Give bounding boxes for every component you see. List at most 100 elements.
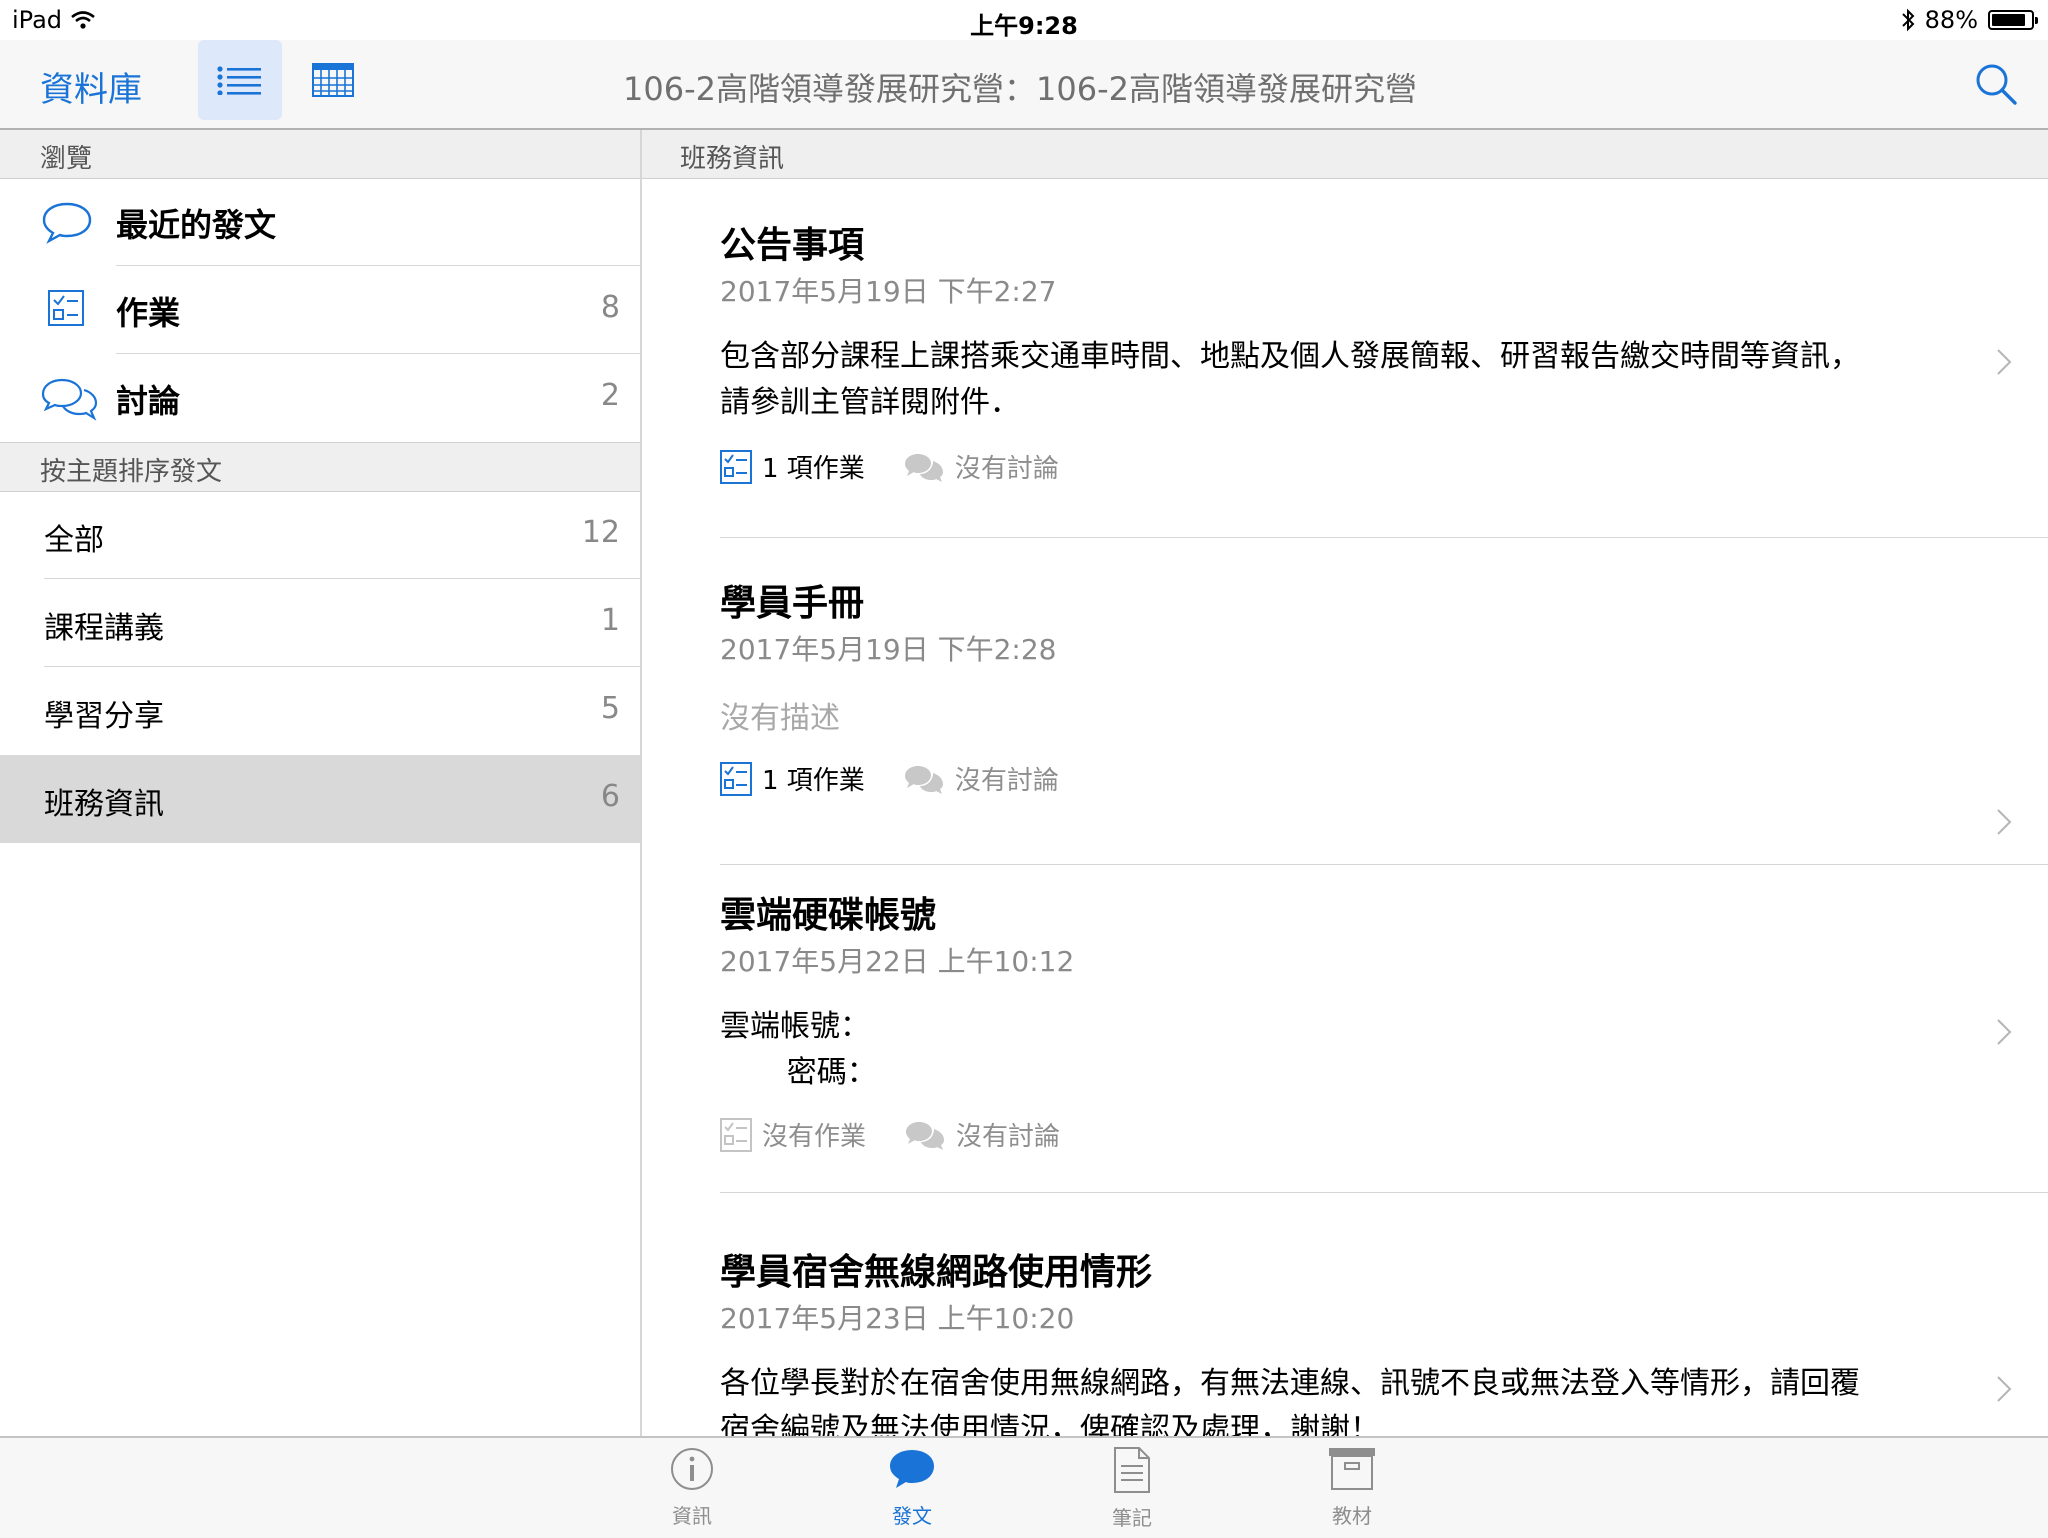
post-body: 包含部分課程上課搭乘交通車時間、地點及個人發展簡報、研習報告繳交時間等資訊， 請… <box>720 339 1860 420</box>
posts-panel: 班務資訊 公告事項 2017年5月19日 下午2:27 包含部分課程上課搭乘交通… <box>642 130 2048 1436</box>
sidebar-item-topic-lecture-notes[interactable]: 課程講義 1 <box>0 579 640 667</box>
bluetooth-icon <box>1901 8 1915 32</box>
sidebar-item-recent-posts[interactable]: 最近的發文 <box>0 178 640 266</box>
post-item[interactable]: 學員宿舍無線網路使用情形 2017年5月23日 上午10:20 各位學長對於在宿… <box>720 1243 2048 1436</box>
posts-header-label: 班務資訊 <box>680 144 785 174</box>
topic-header-label: 按主題排序發文 <box>40 457 223 487</box>
topic-count: 5 <box>600 691 620 726</box>
sidebar-item-topic-class-info[interactable]: 班務資訊 6 <box>0 755 640 843</box>
tab-label: 教材 <box>1332 1504 1372 1528</box>
sidebar-item-label: 作業 <box>116 294 181 332</box>
archive-box-icon <box>1329 1448 1375 1490</box>
document-icon <box>1114 1447 1150 1493</box>
post-assignments: 1 項作業 <box>720 448 865 485</box>
post-body: 雲端帳號： 密碼： <box>720 1009 877 1090</box>
discussions-label: 沒有討論 <box>954 766 1059 796</box>
status-right: 88% <box>1901 6 2038 34</box>
battery-icon <box>1988 10 2038 30</box>
search-button[interactable] <box>1974 62 2018 110</box>
post-title: 學員宿舍無線網路使用情形 <box>720 1252 1153 1293</box>
sidebar-item-assignments[interactable]: 作業 8 <box>0 266 640 354</box>
assignments-label: 1 項作業 <box>762 766 865 796</box>
sidebar-item-count: 2 <box>600 378 620 413</box>
checklist-icon <box>720 449 752 484</box>
post-title: 學員手冊 <box>720 583 865 624</box>
sidebar-item-count: 8 <box>600 290 620 325</box>
sidebar: 瀏覽 最近的發文 作業 8 討論 2 按主題排序發文 全部 12 課程講義 1 … <box>0 130 642 1436</box>
topic-label: 課程講義 <box>44 611 164 646</box>
list-icon <box>217 66 261 95</box>
chevron-right-icon <box>1997 809 2012 835</box>
status-bar: iPad 上午9:28 88% <box>0 0 2048 40</box>
calendar-icon <box>312 63 354 97</box>
topic-label: 學習分享 <box>44 699 164 734</box>
tab-posts[interactable]: 發文 <box>852 1446 972 1529</box>
post-date: 2017年5月19日 下午2:27 <box>720 275 1057 308</box>
tab-bar: 資訊 發文 筆記 教材 <box>0 1436 2048 1538</box>
tab-label: 資訊 <box>672 1504 712 1528</box>
assignments-label: 1 項作業 <box>762 454 865 484</box>
post-meta: 1 項作業 沒有討論 <box>720 448 1097 485</box>
sidebar-item-label: 最近的發文 <box>116 206 277 244</box>
posts-section-header: 班務資訊 <box>642 130 2048 179</box>
discussion-bubbles-icon <box>904 765 943 794</box>
info-icon <box>671 1448 713 1490</box>
post-body: 沒有描述 <box>720 701 840 736</box>
divider <box>720 1192 2048 1193</box>
library-back-button[interactable]: 資料庫 <box>40 62 142 111</box>
navigation-bar: 資料庫 106-2高階領導發展研究營：106-2高階領導發展研究營 <box>0 40 2048 130</box>
tab-label: 發文 <box>892 1504 932 1528</box>
topic-label: 全部 <box>44 523 104 558</box>
post-body: 各位學長對於在宿舍使用無線網路，有無法連線、訊號不良或無法登入等情形，請回覆 宿… <box>720 1366 1860 1436</box>
list-view-button[interactable] <box>198 40 282 120</box>
browse-header-label: 瀏覽 <box>40 144 93 174</box>
post-meta: 1 項作業 沒有討論 <box>720 760 1097 797</box>
post-assignments: 沒有作業 <box>720 1116 866 1153</box>
post-date: 2017年5月22日 上午10:12 <box>720 945 1075 978</box>
post-meta: 沒有作業 沒有討論 <box>720 1116 1098 1153</box>
post-discussions: 沒有討論 <box>904 1116 1060 1153</box>
tab-materials[interactable]: 教材 <box>1292 1446 1412 1529</box>
divider <box>720 864 2048 865</box>
post-discussions: 沒有討論 <box>903 448 1059 485</box>
topic-count: 12 <box>581 515 620 550</box>
discussion-bubbles-icon <box>41 378 98 421</box>
topic-label: 班務資訊 <box>44 787 164 822</box>
divider <box>720 537 2048 538</box>
battery-fill <box>1992 14 2026 26</box>
sidebar-item-topic-all[interactable]: 全部 12 <box>0 491 640 579</box>
post-date: 2017年5月19日 下午2:28 <box>720 633 1057 666</box>
checklist-icon <box>48 290 84 326</box>
browse-section-header: 瀏覽 <box>0 130 640 179</box>
status-time: 上午9:28 <box>970 12 1078 40</box>
discussions-label: 沒有討論 <box>954 454 1059 484</box>
post-assignments: 1 項作業 <box>720 760 865 797</box>
search-icon <box>1976 64 2017 105</box>
topic-count: 1 <box>600 603 620 638</box>
chevron-right-icon <box>1997 349 2012 375</box>
discussions-label: 沒有討論 <box>956 1122 1061 1152</box>
speech-bubble-icon <box>890 1450 934 1488</box>
post-discussions: 沒有討論 <box>903 760 1059 797</box>
sidebar-item-label: 討論 <box>116 382 181 420</box>
post-item[interactable]: 學員手冊 2017年5月19日 下午2:28 沒有描述 1 項作業 沒有討論 <box>720 574 2048 886</box>
checklist-icon <box>720 1117 752 1152</box>
speech-bubble-icon <box>42 202 92 244</box>
post-title: 雲端硬碟帳號 <box>720 895 937 936</box>
battery-percent: 88% <box>1924 6 1978 34</box>
post-item[interactable]: 公告事項 2017年5月19日 下午2:27 包含部分課程上課搭乘交通車時間、地… <box>720 216 2048 538</box>
post-title: 公告事項 <box>720 225 865 266</box>
course-title: 106-2高階領導發展研究營：106-2高階領導發展研究營 <box>623 70 1417 108</box>
assignments-label: 沒有作業 <box>762 1122 867 1152</box>
tab-info[interactable]: 資訊 <box>632 1446 752 1529</box>
topic-count: 6 <box>600 779 620 814</box>
tab-label: 筆記 <box>1112 1506 1152 1530</box>
tab-notes[interactable]: 筆記 <box>1072 1446 1192 1531</box>
discussion-bubbles-icon <box>906 1121 945 1150</box>
calendar-view-button[interactable] <box>300 40 366 120</box>
sidebar-item-discussions[interactable]: 討論 2 <box>0 354 640 442</box>
post-item[interactable]: 雲端硬碟帳號 2017年5月22日 上午10:12 雲端帳號： 密碼： 沒有作業 <box>720 886 2048 1226</box>
chevron-right-icon <box>1997 1019 2012 1045</box>
post-date: 2017年5月23日 上午10:20 <box>720 1302 1075 1335</box>
sidebar-item-topic-learning-share[interactable]: 學習分享 5 <box>0 667 640 755</box>
